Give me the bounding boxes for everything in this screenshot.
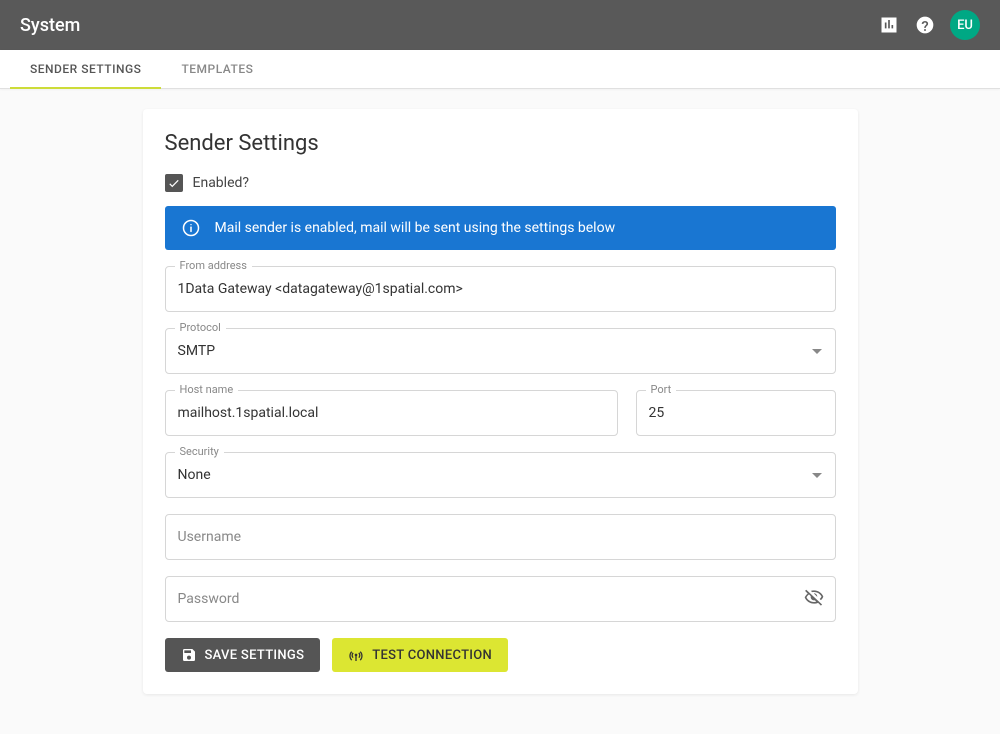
username-input[interactable] bbox=[165, 514, 836, 560]
username-field bbox=[165, 514, 836, 560]
topbar: System EU bbox=[0, 0, 1000, 50]
analytics-icon[interactable] bbox=[878, 14, 900, 36]
visibility-off-icon[interactable] bbox=[804, 587, 824, 611]
topbar-actions: EU bbox=[878, 10, 980, 40]
save-icon bbox=[181, 647, 197, 663]
action-row: SAVE SETTINGS TEST CONNECTION bbox=[165, 638, 836, 672]
page: Sender Settings Enabled? Mail sender is … bbox=[0, 89, 1000, 734]
host-label: Host name bbox=[175, 383, 239, 396]
save-button[interactable]: SAVE SETTINGS bbox=[165, 638, 321, 672]
password-field bbox=[165, 576, 836, 622]
security-field: Security bbox=[165, 452, 836, 498]
test-button[interactable]: TEST CONNECTION bbox=[332, 638, 508, 672]
topbar-title: System bbox=[20, 15, 878, 36]
port-label: Port bbox=[646, 383, 677, 396]
enabled-row: Enabled? bbox=[165, 174, 836, 192]
from-input[interactable] bbox=[165, 266, 836, 312]
port-input[interactable] bbox=[636, 390, 836, 436]
host-field: Host name bbox=[165, 390, 618, 436]
info-icon bbox=[181, 218, 201, 238]
banner-text: Mail sender is enabled, mail will be sen… bbox=[215, 220, 616, 236]
protocol-field: Protocol bbox=[165, 328, 836, 374]
tabs: SENDER SETTINGS TEMPLATES bbox=[0, 50, 1000, 89]
password-input[interactable] bbox=[165, 576, 836, 622]
port-field: Port bbox=[636, 390, 836, 436]
broadcast-icon bbox=[348, 647, 364, 663]
from-field: From address bbox=[165, 266, 836, 312]
settings-card: Sender Settings Enabled? Mail sender is … bbox=[143, 109, 858, 694]
tab-templates[interactable]: TEMPLATES bbox=[161, 50, 273, 88]
tab-sender-settings[interactable]: SENDER SETTINGS bbox=[10, 50, 161, 88]
security-select[interactable] bbox=[165, 452, 836, 498]
protocol-select[interactable] bbox=[165, 328, 836, 374]
test-button-label: TEST CONNECTION bbox=[372, 648, 492, 663]
enabled-label: Enabled? bbox=[193, 175, 250, 191]
page-title: Sender Settings bbox=[165, 131, 836, 156]
enabled-checkbox[interactable] bbox=[165, 174, 183, 192]
user-avatar[interactable]: EU bbox=[950, 10, 980, 40]
host-port-row: Host name Port bbox=[165, 390, 836, 452]
help-icon[interactable] bbox=[914, 14, 936, 36]
protocol-label: Protocol bbox=[175, 321, 226, 334]
info-banner: Mail sender is enabled, mail will be sen… bbox=[165, 206, 836, 250]
host-input[interactable] bbox=[165, 390, 618, 436]
security-label: Security bbox=[175, 445, 224, 458]
from-label: From address bbox=[175, 259, 252, 272]
save-button-label: SAVE SETTINGS bbox=[205, 648, 305, 663]
